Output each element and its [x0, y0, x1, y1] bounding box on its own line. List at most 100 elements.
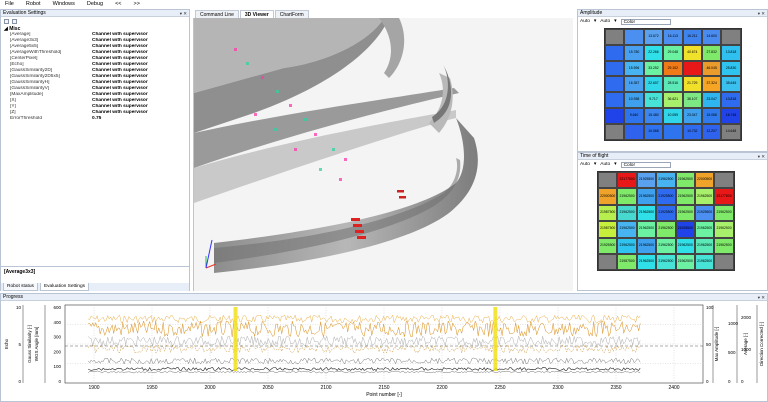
tof-cell[interactable]: 21962 500	[694, 253, 715, 271]
amplitude-cell[interactable]: 9.717	[643, 92, 664, 108]
tof-cell[interactable]: 21925 500	[598, 237, 618, 254]
panel-pin-close-icon[interactable]: ▾ ✕	[180, 10, 189, 16]
tof-cell[interactable]: 22177 500	[617, 172, 637, 189]
amplitude-cell[interactable]: 22.266	[643, 44, 664, 61]
amplitude-cell[interactable]	[682, 60, 702, 77]
amplitude-scale-max-dropdown-icon[interactable]: ▾	[614, 19, 616, 24]
amplitude-cell[interactable]: 37.324	[701, 76, 722, 93]
tof-cell[interactable]: 21962 500	[694, 188, 715, 205]
amplitude-cell[interactable]	[605, 44, 625, 61]
amplitude-cell[interactable]: 25.830	[721, 60, 741, 77]
amplitude-scale-min[interactable]: Auto	[580, 19, 590, 24]
amplitude-cell[interactable]	[663, 123, 683, 140]
menu-item-4[interactable]: <<	[109, 0, 127, 9]
amplitude-cell[interactable]: 10.732	[682, 123, 702, 140]
tof-cell[interactable]: 21962 500	[617, 237, 637, 254]
tof-cell[interactable]: 21962 500	[636, 237, 657, 254]
amplitude-cell[interactable]: 10.059	[663, 107, 683, 124]
tof-cell[interactable]: 21962 500	[636, 204, 657, 222]
menu-item-2[interactable]: Windows	[47, 0, 81, 9]
tof-cell[interactable]: 21987 500	[598, 204, 618, 222]
tab-3d-viewer[interactable]: 3D Viewer	[239, 10, 274, 18]
tof-cell[interactable]: 21925 500	[656, 204, 676, 222]
tof-scale-dropdown-icon[interactable]: ▾	[594, 162, 596, 167]
amplitude-cell[interactable]: 23.047	[682, 107, 702, 124]
tof-cell[interactable]: 21962 500	[675, 237, 695, 254]
tof-cell[interactable]: 21925 500	[675, 221, 695, 238]
amplitude-cell[interactable]: 33.252	[643, 60, 664, 77]
amplitude-cell[interactable]: 10.068	[643, 123, 664, 140]
amplitude-cell[interactable]: 9.640	[624, 107, 644, 124]
menu-item-1[interactable]: Robot	[20, 0, 47, 9]
evaluation-settings-title-bar[interactable]: Evaluation Settings ▾ ✕	[1, 10, 189, 17]
tof-cell[interactable]: 21962 500	[675, 172, 695, 189]
tof-cell[interactable]: 21962 500	[636, 188, 657, 205]
amplitude-cell[interactable]: 38.107	[682, 92, 702, 108]
tof-cell[interactable]	[714, 253, 734, 271]
progress-title-bar[interactable]: Progress ▾ ✕	[1, 294, 767, 301]
tof-cell[interactable]: 21962 500	[714, 237, 734, 254]
amplitude-cell[interactable]: 15.480	[643, 107, 664, 124]
amplitude-cell[interactable]: 46.045	[701, 60, 722, 77]
amplitude-title-bar[interactable]: Amplitude ▾ ✕	[578, 10, 767, 17]
amplitude-cell[interactable]: 36.621	[663, 92, 683, 108]
amplitude-cell[interactable]: 15.596	[624, 60, 644, 77]
amplitude-cell[interactable]	[624, 29, 644, 45]
amplitude-cell[interactable]: 16.748	[721, 107, 741, 124]
tof-cell[interactable]: 21962 500	[636, 253, 657, 271]
amplitude-cell[interactable]: 13.818	[721, 44, 741, 61]
amplitude-cell[interactable]: 16.357	[624, 76, 644, 93]
tab-evaluation-settings[interactable]: Evaluation Settings	[39, 283, 90, 291]
progress-chart[interactable]: 1900 1950 2000 2050 2100 2150 2200 2250 2300 2350…	[1, 301, 767, 401]
amplitude-cell[interactable]: 35.645	[721, 76, 741, 93]
amplitude-cell[interactable]: 14.600	[701, 29, 722, 45]
amplitude-cell[interactable]	[721, 29, 741, 45]
tof-cell[interactable]: 22177 500	[714, 188, 734, 205]
amplitude-scale-dropdown-icon[interactable]: ▾	[594, 19, 596, 24]
property-row[interactable]: ErrorThreshold 0.75	[1, 116, 189, 122]
progress-pin-close-icon[interactable]: ▾ ✕	[758, 294, 767, 300]
tof-cell[interactable]: 21962 500	[656, 172, 676, 189]
amplitude-cell[interactable]	[605, 92, 625, 108]
tof-cell[interactable]: 21962 500	[656, 221, 676, 238]
categorized-icon[interactable]	[4, 19, 9, 24]
tof-colormode-select[interactable]: Color	[620, 161, 671, 168]
tof-cell[interactable]: 21962 500	[675, 188, 695, 205]
tof-cell[interactable]: 21987 500	[598, 221, 618, 238]
amplitude-cell[interactable]	[605, 29, 625, 45]
amplitude-cell[interactable]: 21.729	[682, 76, 702, 93]
tof-cell[interactable]: 21987 500	[617, 253, 637, 271]
amplitude-cell[interactable]: 40.674	[682, 44, 702, 61]
amplitude-cell[interactable]: 13.672	[643, 29, 664, 45]
amplitude-cell[interactable]	[605, 60, 625, 77]
tof-cell[interactable]: 21962 500	[675, 253, 695, 271]
tof-cell[interactable]: 21962 500	[656, 237, 676, 254]
amplitude-cell[interactable]: 23.047	[701, 92, 722, 108]
amplitude-scale-max[interactable]: Auto	[600, 19, 610, 24]
tof-cell[interactable]	[598, 172, 618, 189]
amplitude-cell[interactable]: 22.607	[643, 76, 664, 93]
tof-scale-max[interactable]: Auto	[600, 162, 610, 167]
tof-cell[interactable]: 22000 500	[598, 188, 618, 205]
tof-scale-max-dropdown-icon[interactable]: ▾	[614, 162, 616, 167]
tof-cell[interactable]: 21962 500	[694, 221, 715, 238]
tof-cell[interactable]	[714, 172, 734, 189]
amplitude-pin-close-icon[interactable]: ▾ ✕	[758, 10, 767, 16]
tof-cell[interactable]: 21962 500	[636, 221, 657, 238]
tof-cell[interactable]: 21962 500	[617, 188, 637, 205]
amplitude-cell[interactable]: 13.818	[721, 92, 741, 108]
amplitude-cell[interactable]: 27.832	[701, 44, 722, 61]
menu-item-5[interactable]: >>	[128, 0, 146, 9]
tof-cell[interactable]: 21962 500	[617, 221, 637, 238]
amplitude-cell[interactable]: 10.938	[624, 92, 644, 108]
tof-pin-close-icon[interactable]: ▾ ✕	[758, 153, 767, 159]
tof-cell[interactable]: 22000 500	[694, 172, 715, 189]
menu-item-3[interactable]: Debug	[81, 0, 109, 9]
tab-command-line[interactable]: Command Line	[195, 10, 239, 18]
amplitude-cell[interactable]	[624, 123, 644, 140]
3d-viewer-canvas[interactable]	[193, 18, 573, 291]
amplitude-cell[interactable]: 15.088	[701, 107, 722, 124]
amplitude-cell[interactable]: 29.102	[663, 60, 683, 77]
amplitude-cell[interactable]	[605, 123, 625, 140]
amplitude-colormode-select[interactable]: Color	[620, 18, 671, 25]
